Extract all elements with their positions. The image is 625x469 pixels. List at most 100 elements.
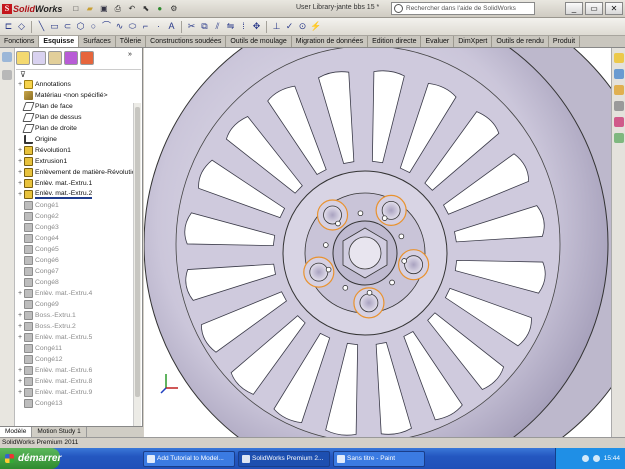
feature-manager-tab-icon[interactable] — [16, 51, 30, 65]
solidworks-logo[interactable]: S SolidWorks — [0, 0, 66, 18]
spline-icon[interactable]: ∿ — [114, 21, 125, 32]
expand-toggle-icon[interactable]: + — [16, 290, 24, 297]
tree-item[interactable]: + Enlèv. mat.-Extru.1 — [16, 178, 141, 189]
expand-toggle-icon[interactable]: + — [16, 334, 24, 341]
display-relations-icon[interactable]: ⊥ — [271, 21, 282, 32]
tree-item[interactable]: Congé1 — [16, 200, 141, 211]
model-tab[interactable]: Motion Study 1 — [32, 427, 87, 437]
taskbar-window-button[interactable]: SolidWorks Premium 2... — [238, 450, 330, 467]
custom-properties-icon[interactable] — [614, 133, 624, 143]
select-icon[interactable]: ⬉ — [140, 3, 151, 14]
volume-icon[interactable] — [592, 455, 600, 462]
tree-item[interactable]: + Enlèv. mat.-Extru.8 — [16, 376, 141, 387]
expand-toggle-icon[interactable]: + — [16, 323, 24, 330]
quick-snaps-icon[interactable]: ⊙ — [297, 21, 308, 32]
expand-toggle-icon[interactable]: + — [16, 147, 24, 154]
rapid-sketch-icon[interactable]: ⚡ — [310, 21, 321, 32]
taskbar-window-button[interactable]: Sans titre - Paint — [333, 450, 425, 467]
expand-toggle-icon[interactable]: + — [16, 81, 24, 88]
command-tab[interactable]: Esquisse — [39, 36, 80, 47]
tree-item[interactable]: + Enlèv. mat.-Extru.2 — [16, 189, 141, 200]
expand-toggle-icon[interactable]: + — [16, 312, 24, 319]
rectangle-icon[interactable]: ▭ — [49, 21, 60, 32]
command-tab[interactable]: Tôlerie — [116, 36, 147, 47]
command-tab[interactable]: Edition directe — [368, 36, 422, 47]
file-explorer-icon[interactable] — [614, 85, 624, 95]
display-manager-tab-icon[interactable] — [80, 51, 94, 65]
appearances-icon[interactable] — [614, 117, 624, 127]
view-palette-icon[interactable] — [614, 101, 624, 111]
circle-icon[interactable]: ○ — [88, 21, 99, 32]
tree-item[interactable]: Plan de face — [16, 101, 141, 112]
tree-item[interactable]: + Boss.-Extru.1 — [16, 310, 141, 321]
command-tab[interactable]: Produit — [549, 36, 581, 47]
tree-item[interactable]: + Enlèv. mat.-Extru.5 — [16, 332, 141, 343]
tree-item[interactable]: Congé3 — [16, 222, 141, 233]
expand-toggle-icon[interactable]: + — [16, 158, 24, 165]
tree-item[interactable]: Plan de droite — [16, 123, 141, 134]
start-button[interactable]: démarrer — [0, 448, 61, 469]
tree-scrollbar[interactable] — [133, 103, 141, 469]
tree-item[interactable]: + Enlèv. mat.-Extru.9 — [16, 387, 141, 398]
line-icon[interactable]: ╲ — [36, 21, 47, 32]
slot-icon[interactable]: ⊂ — [62, 21, 73, 32]
rebuild-icon[interactable]: ● — [154, 3, 165, 14]
ellipse-icon[interactable]: ⬭ — [127, 21, 138, 32]
expand-toggle-icon[interactable]: + — [16, 378, 24, 385]
print-icon[interactable]: ⎙ — [112, 3, 123, 14]
point-icon[interactable]: · — [153, 21, 164, 32]
minimize-button[interactable]: _ — [565, 2, 583, 15]
sketch-icon[interactable]: ⊏ — [3, 21, 14, 32]
expand-toggle-icon[interactable]: + — [16, 191, 24, 198]
fillet-sketch-icon[interactable]: ⌐ — [140, 21, 151, 32]
convert-entities-icon[interactable]: ⧉ — [199, 21, 210, 32]
tree-item[interactable]: + Révolution1 — [16, 145, 141, 156]
tree-item[interactable]: Congé11 — [16, 343, 141, 354]
tree-item[interactable]: + Extrusion1 — [16, 156, 141, 167]
configuration-manager-tab-icon[interactable] — [48, 51, 62, 65]
arc-icon[interactable]: ⌒ — [101, 21, 112, 32]
linear-pattern-icon[interactable]: ⁞ — [238, 21, 249, 32]
expand-toggle-icon[interactable]: + — [16, 367, 24, 374]
tree-item[interactable]: Congé4 — [16, 233, 141, 244]
tree-filter[interactable]: ⊽ — [16, 69, 141, 79]
repair-sketch-icon[interactable]: ✓ — [284, 21, 295, 32]
help-search-input[interactable]: Rechercher dans l'aide de SolidWorks — [391, 2, 535, 15]
expand-panel-icon[interactable] — [2, 70, 12, 80]
tree-item[interactable]: + Enlèv. mat.-Extru.6 — [16, 365, 141, 376]
tree-item[interactable]: + Annotations — [16, 79, 141, 90]
pin-icon[interactable] — [2, 52, 12, 62]
smart-dimension-icon[interactable]: ◇ — [16, 21, 27, 32]
scrollbar-thumb[interactable] — [135, 107, 140, 397]
command-tab[interactable]: Migration de données — [292, 36, 369, 47]
tree-item[interactable]: Matériau <non spécifié> — [16, 90, 141, 101]
tree-item[interactable]: Congé12 — [16, 354, 141, 365]
taskbar-window-button[interactable]: Add Tutorial to Model... — [143, 450, 235, 467]
command-tab[interactable]: Outils de rendu — [492, 36, 549, 47]
tree-item[interactable]: Congé6 — [16, 255, 141, 266]
command-tab[interactable]: Fonctions — [0, 36, 40, 47]
property-manager-tab-icon[interactable] — [32, 51, 46, 65]
tree-item[interactable]: Congé13 — [16, 398, 141, 409]
expand-toggle-icon[interactable]: + — [16, 169, 24, 176]
trim-icon[interactable]: ✂ — [186, 21, 197, 32]
command-tab[interactable]: DimXpert — [454, 36, 493, 47]
tree-item[interactable]: Congé8 — [16, 277, 141, 288]
tree-item[interactable]: Congé2 — [16, 211, 141, 222]
tree-item[interactable]: Congé5 — [16, 244, 141, 255]
tree-item[interactable]: + Enlèv. mat.-Extru.4 — [16, 288, 141, 299]
tree-item[interactable]: Origine — [16, 134, 141, 145]
graphics-area[interactable] — [144, 48, 611, 437]
options-icon[interactable]: ⚙ — [168, 3, 179, 14]
offset-icon[interactable]: ⫽ — [212, 21, 223, 32]
tree-item[interactable]: Plan de dessus — [16, 112, 141, 123]
tree-item[interactable]: Congé7 — [16, 266, 141, 277]
tree-item[interactable]: + Boss.-Extru.2 — [16, 321, 141, 332]
command-tab[interactable]: Evaluer — [421, 36, 455, 47]
network-icon[interactable] — [581, 455, 589, 462]
polygon-icon[interactable]: ⬡ — [75, 21, 86, 32]
close-button[interactable]: ✕ — [605, 2, 623, 15]
move-entities-icon[interactable]: ✥ — [251, 21, 262, 32]
command-tab[interactable]: Outils de moulage — [226, 36, 292, 47]
resources-icon[interactable] — [614, 53, 624, 63]
